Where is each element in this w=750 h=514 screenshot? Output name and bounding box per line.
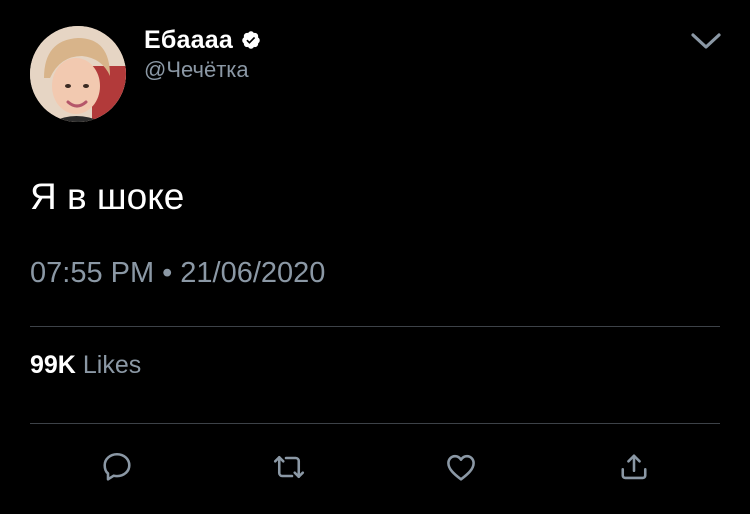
divider bbox=[30, 326, 720, 327]
tweet-text: Я в шоке bbox=[30, 176, 185, 217]
chevron-down-icon bbox=[691, 33, 721, 49]
tweet-date: 21/06/2020 bbox=[180, 257, 326, 289]
share-icon bbox=[621, 454, 647, 480]
timestamp-separator: • bbox=[162, 257, 173, 289]
more-options-button[interactable] bbox=[690, 28, 722, 54]
avatar-photo-icon bbox=[30, 26, 126, 122]
verified-badge-icon bbox=[241, 30, 261, 50]
author-handle[interactable]: @Чечётка bbox=[144, 57, 249, 83]
tweet-time: 07:55 PM bbox=[30, 257, 155, 289]
share-button[interactable] bbox=[614, 447, 654, 487]
likes-count: 99K bbox=[30, 351, 76, 379]
author-name-row: Ебаааа bbox=[144, 25, 261, 55]
avatar[interactable] bbox=[30, 26, 126, 122]
likes-stat[interactable]: 99K Likes bbox=[30, 351, 141, 380]
comment-icon bbox=[103, 452, 131, 481]
retweet-icon bbox=[273, 455, 305, 479]
likes-label: Likes bbox=[82, 351, 142, 379]
display-name[interactable]: Ебаааа bbox=[144, 26, 233, 55]
tweet-timestamp[interactable]: 07:55 PM • 21/06/2020 bbox=[30, 257, 325, 290]
like-button[interactable] bbox=[441, 447, 481, 487]
retweet-button[interactable] bbox=[269, 447, 309, 487]
divider bbox=[30, 423, 720, 424]
reply-button[interactable] bbox=[97, 447, 137, 487]
heart-icon bbox=[447, 454, 475, 481]
tweet-detail: Ебаааа @Чечётка Я в шоке 07:55 PM • 21/0… bbox=[0, 0, 750, 514]
